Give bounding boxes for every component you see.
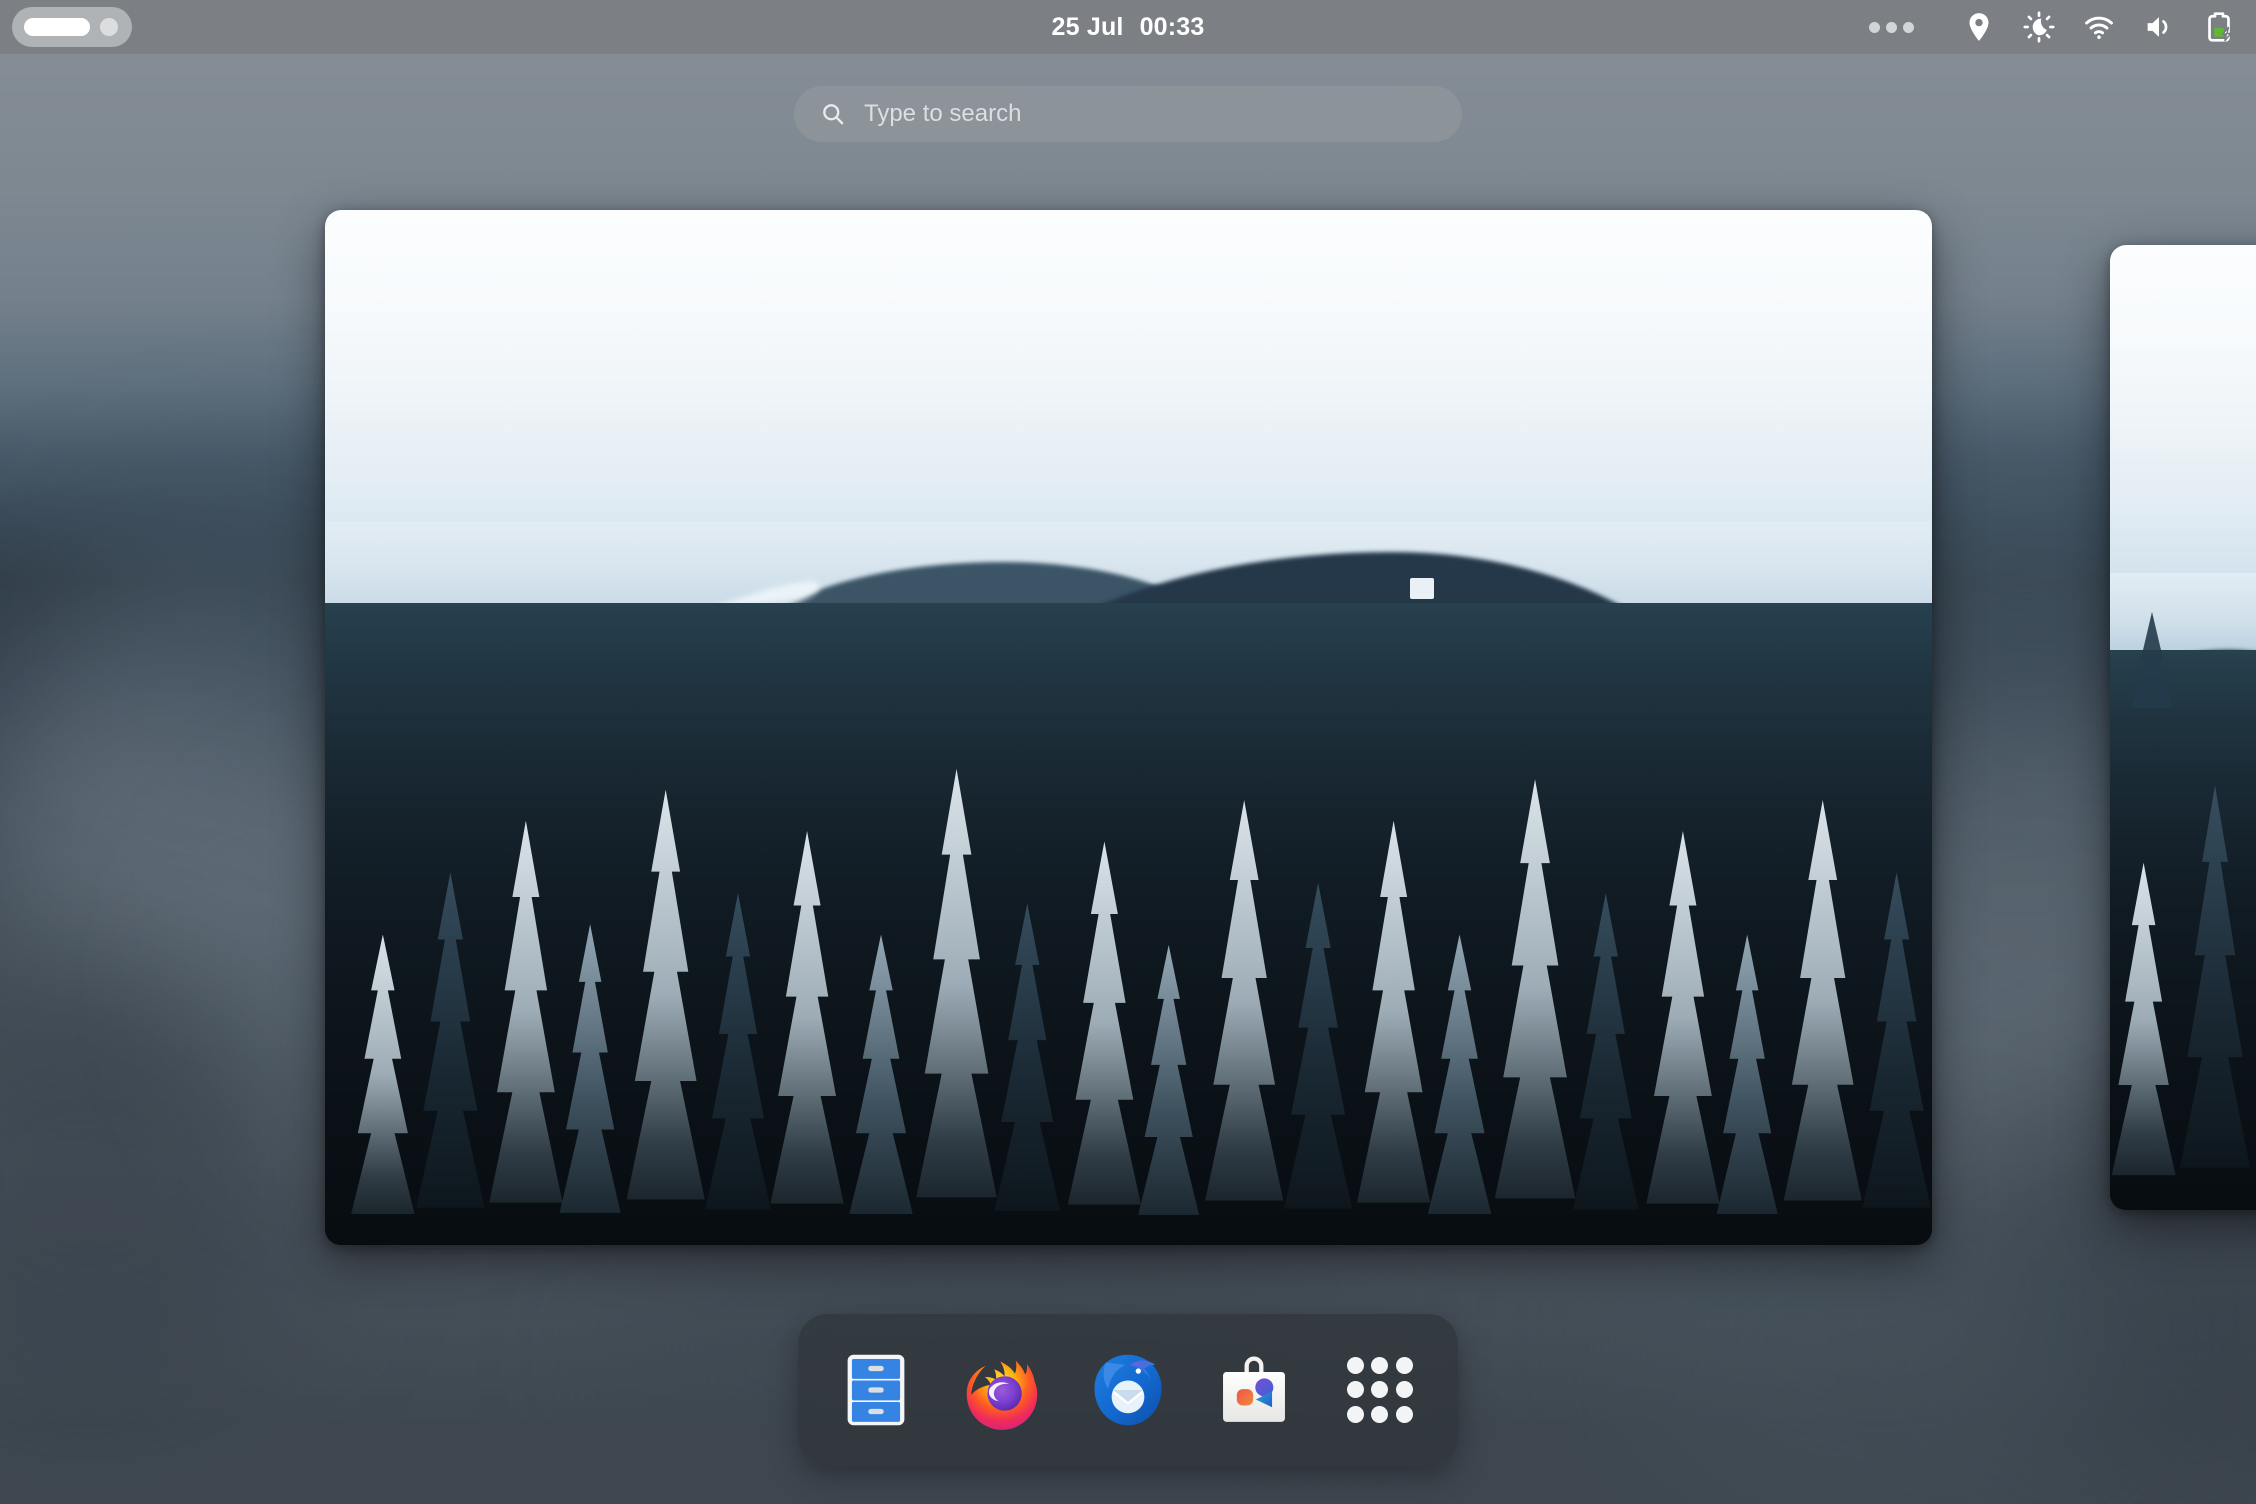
thunderbird-icon bbox=[1094, 1354, 1162, 1426]
grid-icon bbox=[1343, 1353, 1417, 1427]
dock-item-files[interactable] bbox=[824, 1338, 928, 1442]
window-content-wallpaper bbox=[325, 210, 1932, 1245]
window-thumbnail-area bbox=[0, 0, 2256, 1504]
search-entry[interactable] bbox=[794, 86, 1462, 142]
dock bbox=[798, 1314, 1458, 1466]
window-thumbnail-2[interactable] bbox=[2110, 245, 2256, 1210]
clock-time: 00:33 bbox=[1139, 12, 1205, 41]
three-dots-icon bbox=[1869, 21, 1914, 33]
top-panel: 25 Jul 00:33 bbox=[0, 0, 2256, 54]
window-content-wallpaper-2 bbox=[2110, 245, 2256, 1210]
clock-date: 25 Jul bbox=[1051, 12, 1124, 41]
volume-icon bbox=[2130, 0, 2188, 54]
workspace-indicator[interactable] bbox=[12, 7, 132, 47]
shopping-bag-icon bbox=[1223, 1356, 1285, 1422]
window-thumbnail-1[interactable] bbox=[325, 210, 1932, 1245]
dock-item-firefox[interactable] bbox=[950, 1338, 1054, 1442]
quick-settings-button[interactable] bbox=[1950, 0, 2248, 54]
background-apps-button[interactable] bbox=[1853, 0, 1930, 54]
file-cabinet-icon bbox=[847, 1354, 905, 1426]
search-icon bbox=[820, 101, 846, 127]
status-area bbox=[1853, 0, 2248, 54]
workspace-dot-active[interactable] bbox=[24, 18, 90, 36]
battery-charging-icon bbox=[2190, 0, 2248, 54]
location-icon bbox=[1950, 0, 2008, 54]
dock-item-software[interactable] bbox=[1202, 1338, 1306, 1442]
search-input[interactable] bbox=[864, 100, 1436, 128]
workspace-dot-2[interactable] bbox=[100, 18, 118, 36]
night-light-icon bbox=[2010, 0, 2068, 54]
wifi-icon bbox=[2070, 0, 2128, 54]
firefox-icon bbox=[966, 1360, 1038, 1430]
app-grid-button[interactable] bbox=[1328, 1338, 1432, 1442]
dock-item-thunderbird[interactable] bbox=[1076, 1338, 1180, 1442]
